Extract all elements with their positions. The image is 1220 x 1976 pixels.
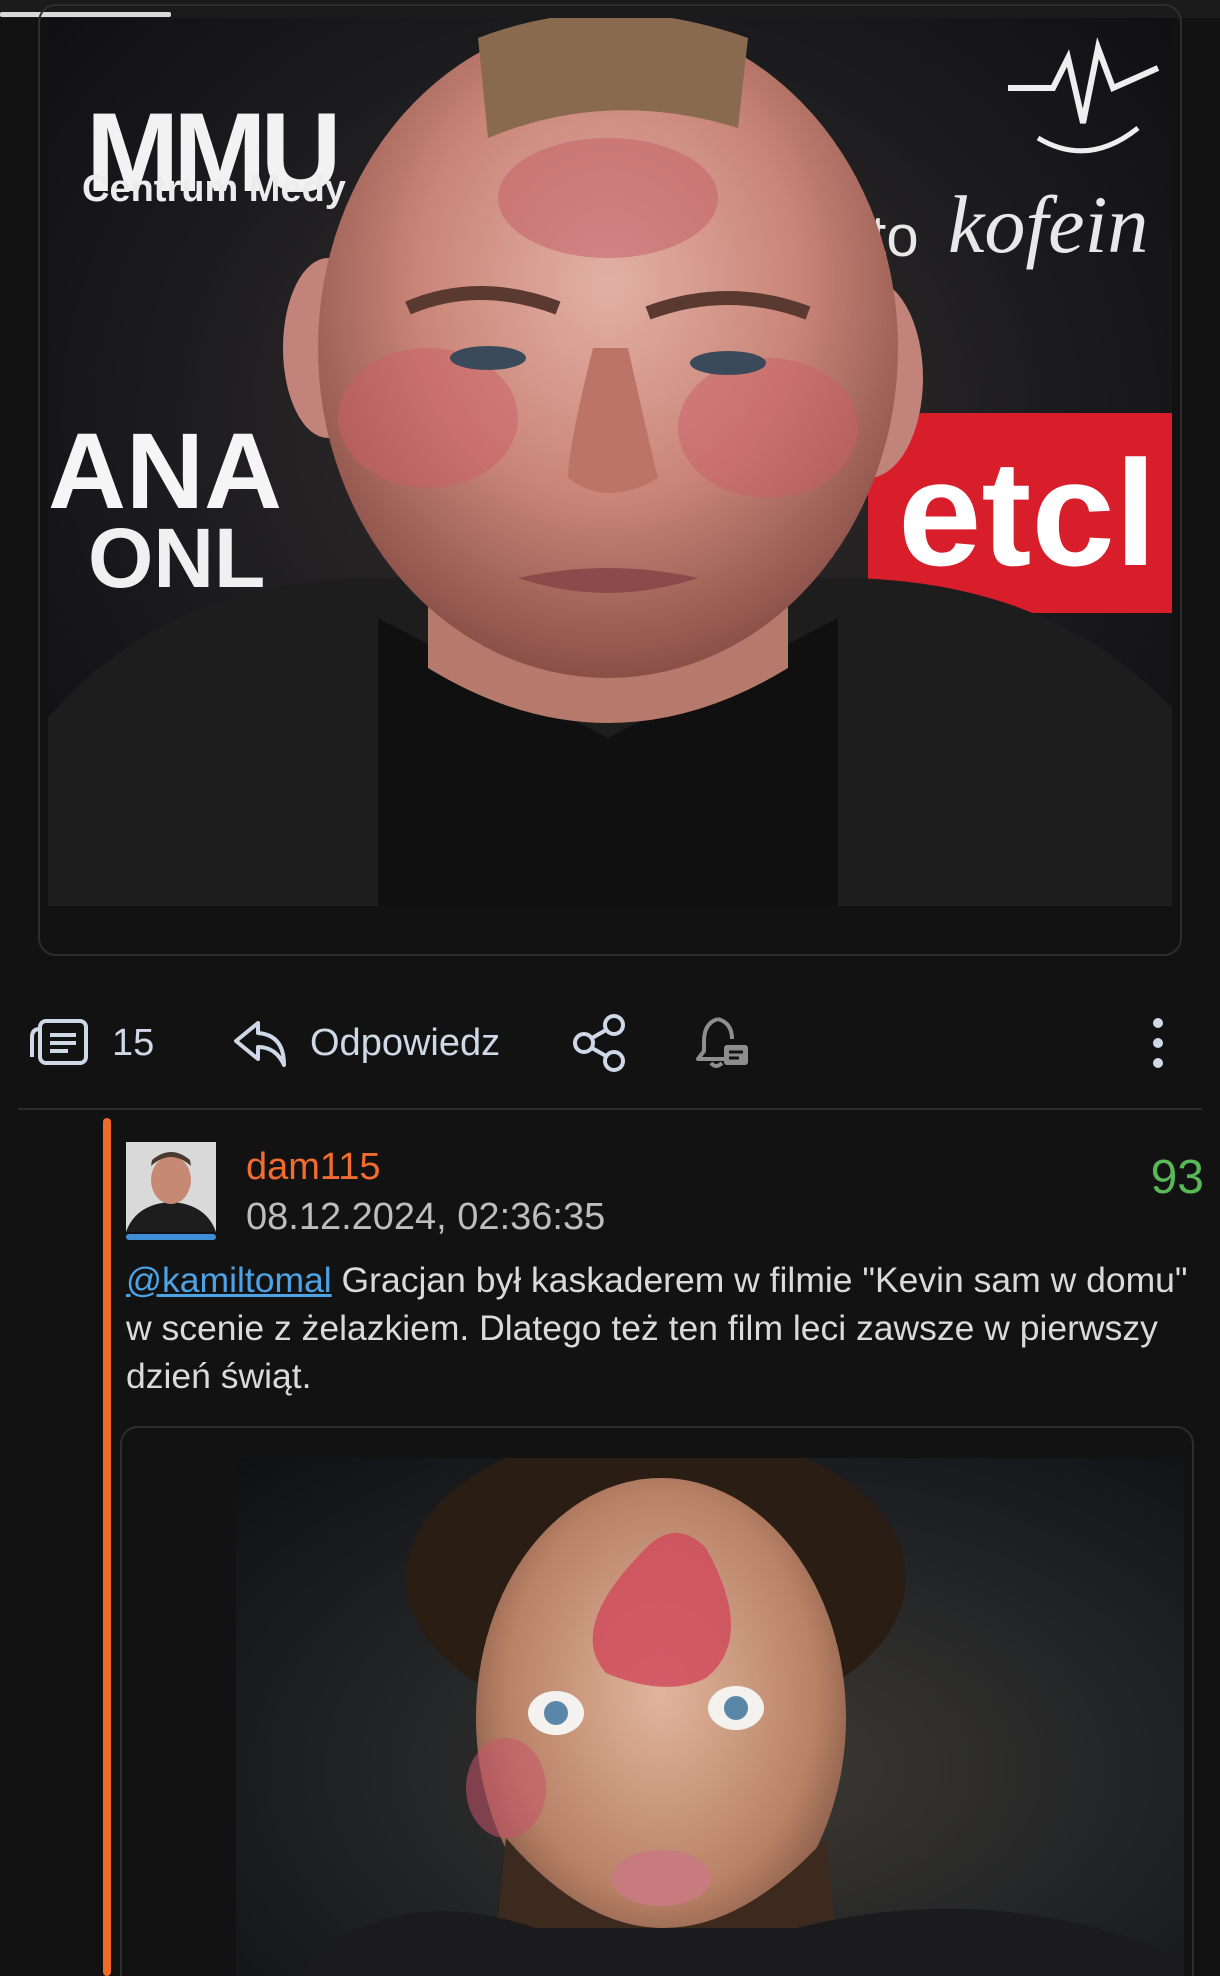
share-button[interactable] xyxy=(572,1013,628,1073)
subscribe-button[interactable] xyxy=(696,1013,750,1073)
comments-button[interactable]: 15 xyxy=(30,1017,154,1069)
share-icon xyxy=(573,1014,625,1072)
comment-username[interactable]: dam115 xyxy=(246,1146,381,1189)
bell-notification-icon xyxy=(696,1017,748,1068)
user-mention-link[interactable]: @kamiltomal xyxy=(126,1260,332,1300)
more-options-button[interactable] xyxy=(1148,1013,1168,1073)
reply-button[interactable]: Odpowiedz xyxy=(232,1017,500,1069)
avatar[interactable] xyxy=(126,1142,216,1232)
comments-count: 15 xyxy=(112,1021,155,1064)
thread-line xyxy=(103,1118,111,1976)
reply-icon xyxy=(234,1021,286,1067)
fighter-photo[interactable]: MMU Centrum Medy ANA ONL uto kofein etcl xyxy=(48,18,1172,906)
comments-icon xyxy=(30,1019,88,1065)
more-vertical-icon xyxy=(1153,1018,1163,1068)
post-action-bar: 15 Odpowiedz xyxy=(0,995,1220,1095)
movie-still-figure xyxy=(296,1458,1184,1976)
comment-timestamp: 08.12.2024, 02:36:35 xyxy=(246,1196,606,1238)
page: MMU Centrum Medy ANA ONL uto kofein etcl xyxy=(0,0,1220,1976)
avatar-image xyxy=(126,1142,216,1232)
movie-still-photo[interactable] xyxy=(236,1458,1184,1976)
comment-body: @kamiltomal Gracjan był kaskaderem w fil… xyxy=(126,1256,1192,1400)
fighter-figure xyxy=(48,18,1172,906)
comment-score: 93 xyxy=(1150,1151,1204,1204)
avatar-status-bar xyxy=(126,1234,216,1240)
section-divider xyxy=(18,1108,1202,1110)
reply-label: Odpowiedz xyxy=(310,1021,501,1064)
